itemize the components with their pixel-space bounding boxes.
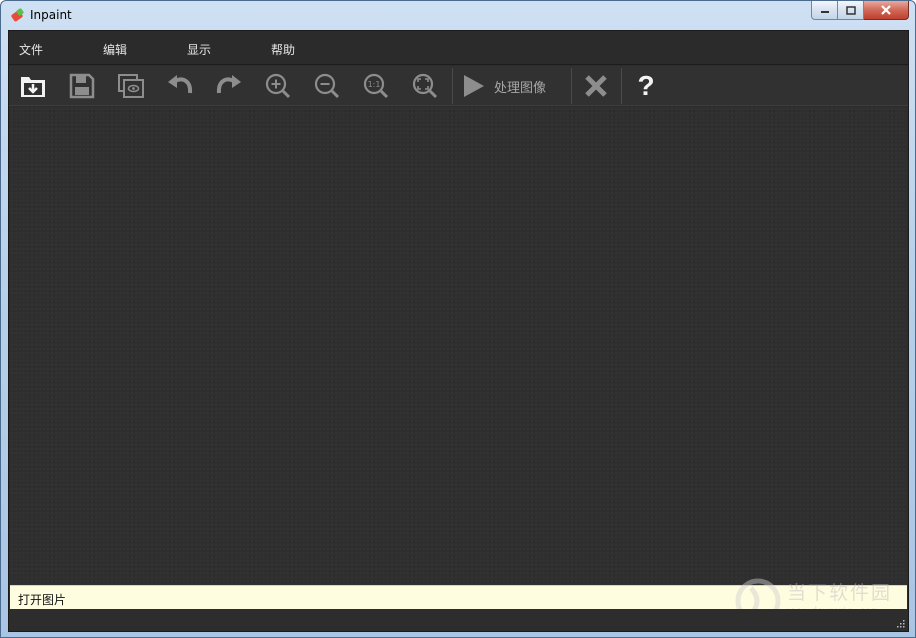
preview-button[interactable] [111,69,151,103]
title-bar[interactable]: Inpaint [1,1,915,30]
save-button[interactable] [62,69,102,103]
menu-file[interactable]: 文件 [19,41,43,58]
window-controls [811,1,909,21]
zoom-fit-button[interactable] [405,69,445,103]
zoom-actual-size-button[interactable]: 1:1 [356,69,396,103]
zoom-in-icon [265,73,291,99]
menu-bar: 文件 编辑 显示 帮助 [9,31,908,65]
help-button[interactable]: ? [626,69,666,103]
window-title: Inpaint [30,8,72,22]
minimize-icon [820,11,829,13]
bottom-strip [9,609,908,631]
process-image-button[interactable]: 处理图像 [460,69,570,103]
cancel-button[interactable] [576,69,616,103]
zoom-actual-text: 1:1 [368,80,381,89]
help-icon: ? [637,70,655,101]
toolbar-separator [571,68,572,104]
close-icon [881,5,891,15]
watermark-text: 当下软件园 [787,582,893,604]
image-canvas[interactable] [10,107,907,585]
process-image-label: 处理图像 [494,80,547,96]
redo-icon [216,75,241,94]
close-x-icon [585,75,607,97]
status-text: 打开图片 [18,593,67,607]
close-button[interactable] [864,1,909,20]
zoom-out-icon [314,73,340,99]
open-folder-icon [21,77,45,97]
menu-edit[interactable]: 编辑 [103,41,127,58]
open-image-button[interactable] [13,69,53,103]
redo-button[interactable] [209,69,249,103]
menu-help[interactable]: 帮助 [271,41,295,58]
app-window: Inpaint 文件 编辑 显示 帮助 1:1 处理图像 ? 打开图片 当下软件… [0,0,916,638]
menu-view[interactable]: 显示 [187,41,211,58]
zoom-out-button[interactable] [307,69,347,103]
preview-icon [118,74,144,98]
play-icon [464,75,484,97]
save-icon [69,73,95,99]
toolbar-separator [621,68,622,104]
maximize-icon [845,5,856,15]
undo-icon [168,75,193,94]
inpaint-app-icon [11,8,24,22]
app-client-area: 文件 编辑 显示 帮助 1:1 处理图像 ? 打开图片 当下软件园 [8,30,909,632]
toolbar-separator [452,68,453,104]
maximize-button[interactable] [838,1,864,20]
minimize-button[interactable] [811,1,838,20]
zoom-fit-icon [412,73,438,99]
zoom-in-button[interactable] [258,69,298,103]
zoom-actual-icon: 1:1 [363,73,389,99]
toolbar: 1:1 处理图像 ? [9,66,908,106]
undo-button[interactable] [160,69,200,103]
resize-grip-icon[interactable] [895,618,905,628]
